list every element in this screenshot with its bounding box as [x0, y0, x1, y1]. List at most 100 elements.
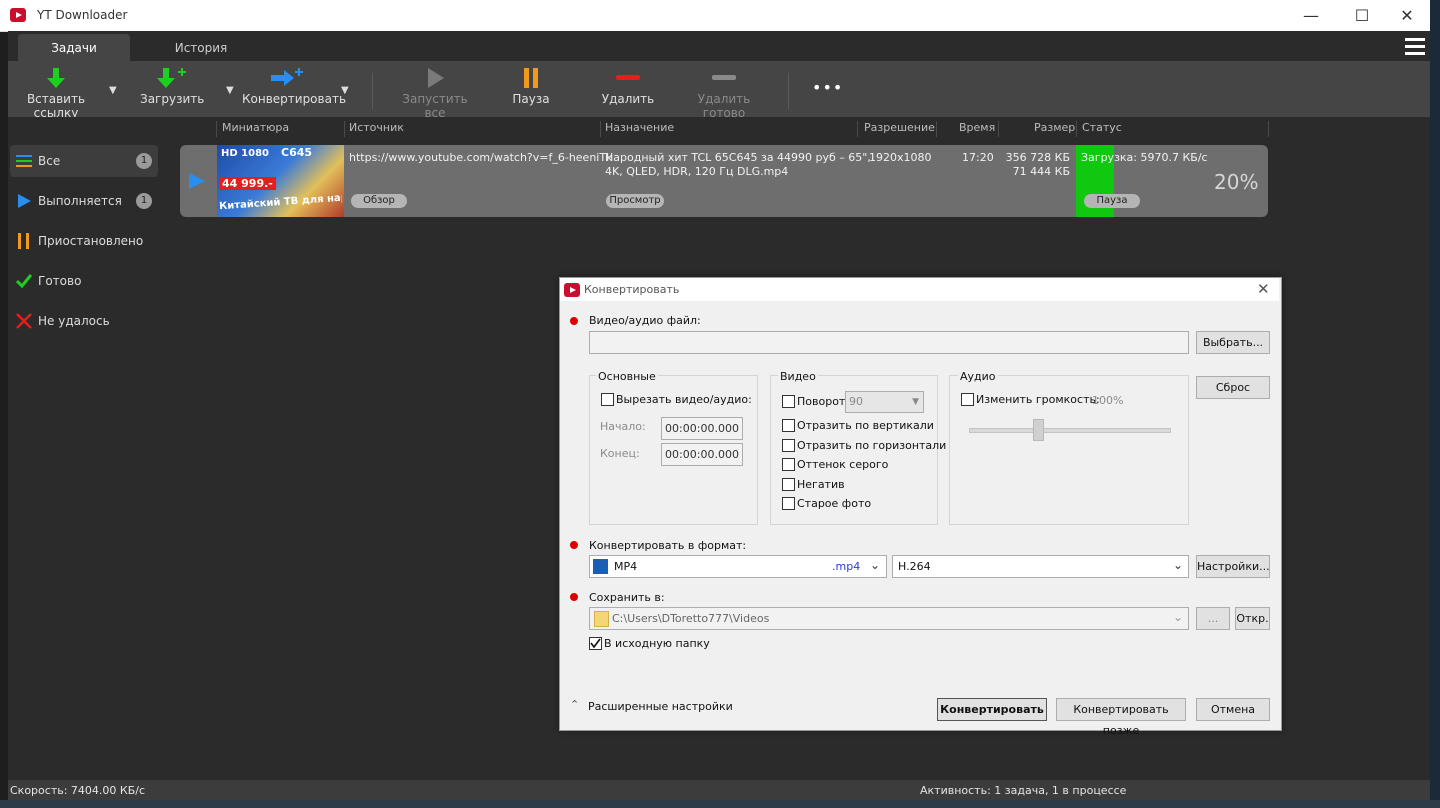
pause-icon	[16, 233, 32, 249]
destination-filename-line2: 4K, QLED, HDR, 120 Гц DLG.mp4	[605, 165, 789, 178]
play-icon	[16, 193, 32, 209]
row-pause-button[interactable]: Пауза	[1084, 194, 1140, 208]
required-dot-icon	[570, 541, 578, 549]
browse-folder-button[interactable]: ...	[1196, 607, 1230, 630]
rotate-select[interactable]: 90 ▼	[845, 391, 924, 413]
end-label: Конец:	[600, 447, 640, 460]
volume-slider-track[interactable]	[969, 428, 1171, 433]
column-header-status[interactable]: Статус	[1082, 121, 1122, 134]
paste-link-dropdown-icon[interactable]: ▼	[109, 85, 117, 96]
tab-history[interactable]: История	[146, 34, 256, 62]
convert-button[interactable]: Конвертировать	[242, 64, 347, 106]
column-header-time[interactable]: Время	[959, 121, 995, 134]
flip-vertical-label: Отразить по вертикали	[797, 419, 934, 432]
checkmark-icon	[15, 273, 33, 289]
dialog-close-icon[interactable]: ✕	[1257, 280, 1270, 298]
codec-value: H.264	[898, 560, 931, 573]
thumb-model-label: C645	[281, 146, 313, 159]
save-to-label: Сохранить в:	[589, 591, 665, 604]
convert-dropdown-icon[interactable]: ▼	[341, 85, 349, 96]
start-all-button[interactable]: Запустить все	[396, 64, 474, 120]
pause-icon	[508, 64, 554, 92]
browse-button[interactable]: Обзор	[351, 194, 407, 208]
close-button[interactable]: ✕	[1384, 0, 1430, 31]
sidebar-item-label: Не удалось	[38, 314, 110, 328]
rotate-value: 90	[849, 395, 863, 408]
preview-button[interactable]: Просмотр	[606, 194, 664, 208]
thumb-price-label: 44 999.-	[219, 177, 276, 190]
settings-button[interactable]: Настройки...	[1196, 555, 1270, 578]
start-time-input[interactable]: 00:00:00.000	[661, 417, 743, 440]
count-badge: 1	[136, 193, 152, 209]
hamburger-menu-icon[interactable]	[1405, 38, 1425, 56]
end-time-input[interactable]: 00:00:00.000	[661, 443, 743, 466]
required-dot-icon	[570, 593, 578, 601]
column-header-size[interactable]: Размер	[1034, 121, 1075, 134]
video-thumbnail: HD 1080 C645 44 999.- Китайский ТВ для н…	[217, 145, 344, 217]
pause-button[interactable]: Пауза	[508, 64, 554, 106]
sidebar-item-running[interactable]: Выполняется 1	[10, 185, 158, 217]
convert-label: Конвертировать	[242, 92, 347, 106]
chevron-up-icon[interactable]: ⌃	[570, 698, 579, 711]
column-separator	[216, 121, 217, 137]
maximize-button[interactable]: ☐	[1339, 0, 1385, 31]
format-select[interactable]: MP4 .mp4 ⌄	[589, 555, 887, 578]
volume-checkbox[interactable]	[961, 393, 974, 406]
source-url: https://www.youtube.com/watch?v=f_6-heen…	[349, 151, 613, 164]
column-separator	[1076, 121, 1077, 137]
save-path-select[interactable]: C:\Users\DToretto777\Videos ⌄	[589, 607, 1189, 630]
column-separator	[857, 121, 858, 137]
basic-group-title: Основные	[596, 370, 658, 383]
flip-vertical-checkbox[interactable]	[782, 419, 795, 432]
title-bar	[0, 0, 1430, 32]
volume-slider-handle[interactable]	[1033, 419, 1044, 441]
negative-label: Негатив	[797, 478, 845, 491]
convert-later-button[interactable]: Конвертировать позже	[1056, 698, 1186, 737]
flip-horizontal-checkbox[interactable]	[782, 439, 795, 452]
rotate-checkbox[interactable]	[782, 395, 795, 408]
old-photo-checkbox[interactable]	[782, 497, 795, 510]
grayscale-checkbox[interactable]	[782, 458, 795, 471]
app-logo-icon	[564, 283, 580, 297]
sidebar-item-paused[interactable]: Приостановлено	[10, 225, 158, 257]
tab-tasks[interactable]: Задачи	[18, 34, 130, 62]
choose-file-button[interactable]: Выбрать...	[1196, 331, 1270, 354]
cut-checkbox[interactable]	[601, 393, 614, 406]
column-separator	[600, 121, 601, 137]
status-text: Загрузка: 5970.7 КБ/с	[1081, 151, 1208, 164]
status-bar	[8, 780, 1430, 800]
column-header-thumbnail[interactable]: Миниатюра	[222, 121, 289, 134]
column-header-source[interactable]: Источник	[349, 121, 404, 134]
download-button[interactable]: Загрузить	[140, 64, 204, 106]
save-path-value: C:\Users\DToretto777\Videos	[612, 612, 770, 625]
sidebar-item-all[interactable]: Все 1	[10, 145, 158, 177]
codec-select[interactable]: H.264 ⌄	[892, 555, 1189, 578]
minimize-button[interactable]: —	[1288, 0, 1334, 31]
convert-now-button[interactable]: Конвертировать	[937, 698, 1047, 721]
column-header-destination[interactable]: Назначение	[605, 121, 674, 134]
reset-button[interactable]: Сброс	[1196, 376, 1270, 399]
negative-checkbox[interactable]	[782, 478, 795, 491]
count-badge: 1	[136, 153, 152, 169]
more-options-icon[interactable]: •••	[812, 78, 843, 97]
file-input[interactable]	[589, 331, 1189, 354]
open-folder-button[interactable]: Откр.	[1235, 607, 1270, 630]
advanced-settings-link[interactable]: Расширенные настройки	[588, 700, 733, 713]
paste-link-button[interactable]: Вставить ссылку	[10, 64, 102, 120]
video-file-icon	[593, 559, 608, 574]
delete-button[interactable]: Удалить	[600, 64, 656, 106]
sidebar-item-label: Приостановлено	[38, 234, 144, 248]
source-folder-checkbox[interactable]	[589, 637, 602, 650]
old-photo-label: Старое фото	[797, 497, 872, 510]
sidebar-item-done[interactable]: Готово	[10, 265, 158, 297]
download-dropdown-icon[interactable]: ▼	[226, 85, 234, 96]
column-header-resolution[interactable]: Разрешение	[864, 121, 935, 134]
time-value: 17:20	[962, 151, 994, 164]
play-icon[interactable]	[188, 172, 206, 193]
delete-done-button[interactable]: Удалить готово	[680, 64, 768, 120]
cancel-button[interactable]: Отмена	[1196, 698, 1270, 721]
video-group-title: Видео	[778, 370, 818, 383]
rotate-label: Поворот:	[797, 395, 850, 408]
chevron-down-icon: ⌄	[1173, 558, 1184, 572]
sidebar-item-failed[interactable]: Не удалось	[10, 305, 158, 337]
